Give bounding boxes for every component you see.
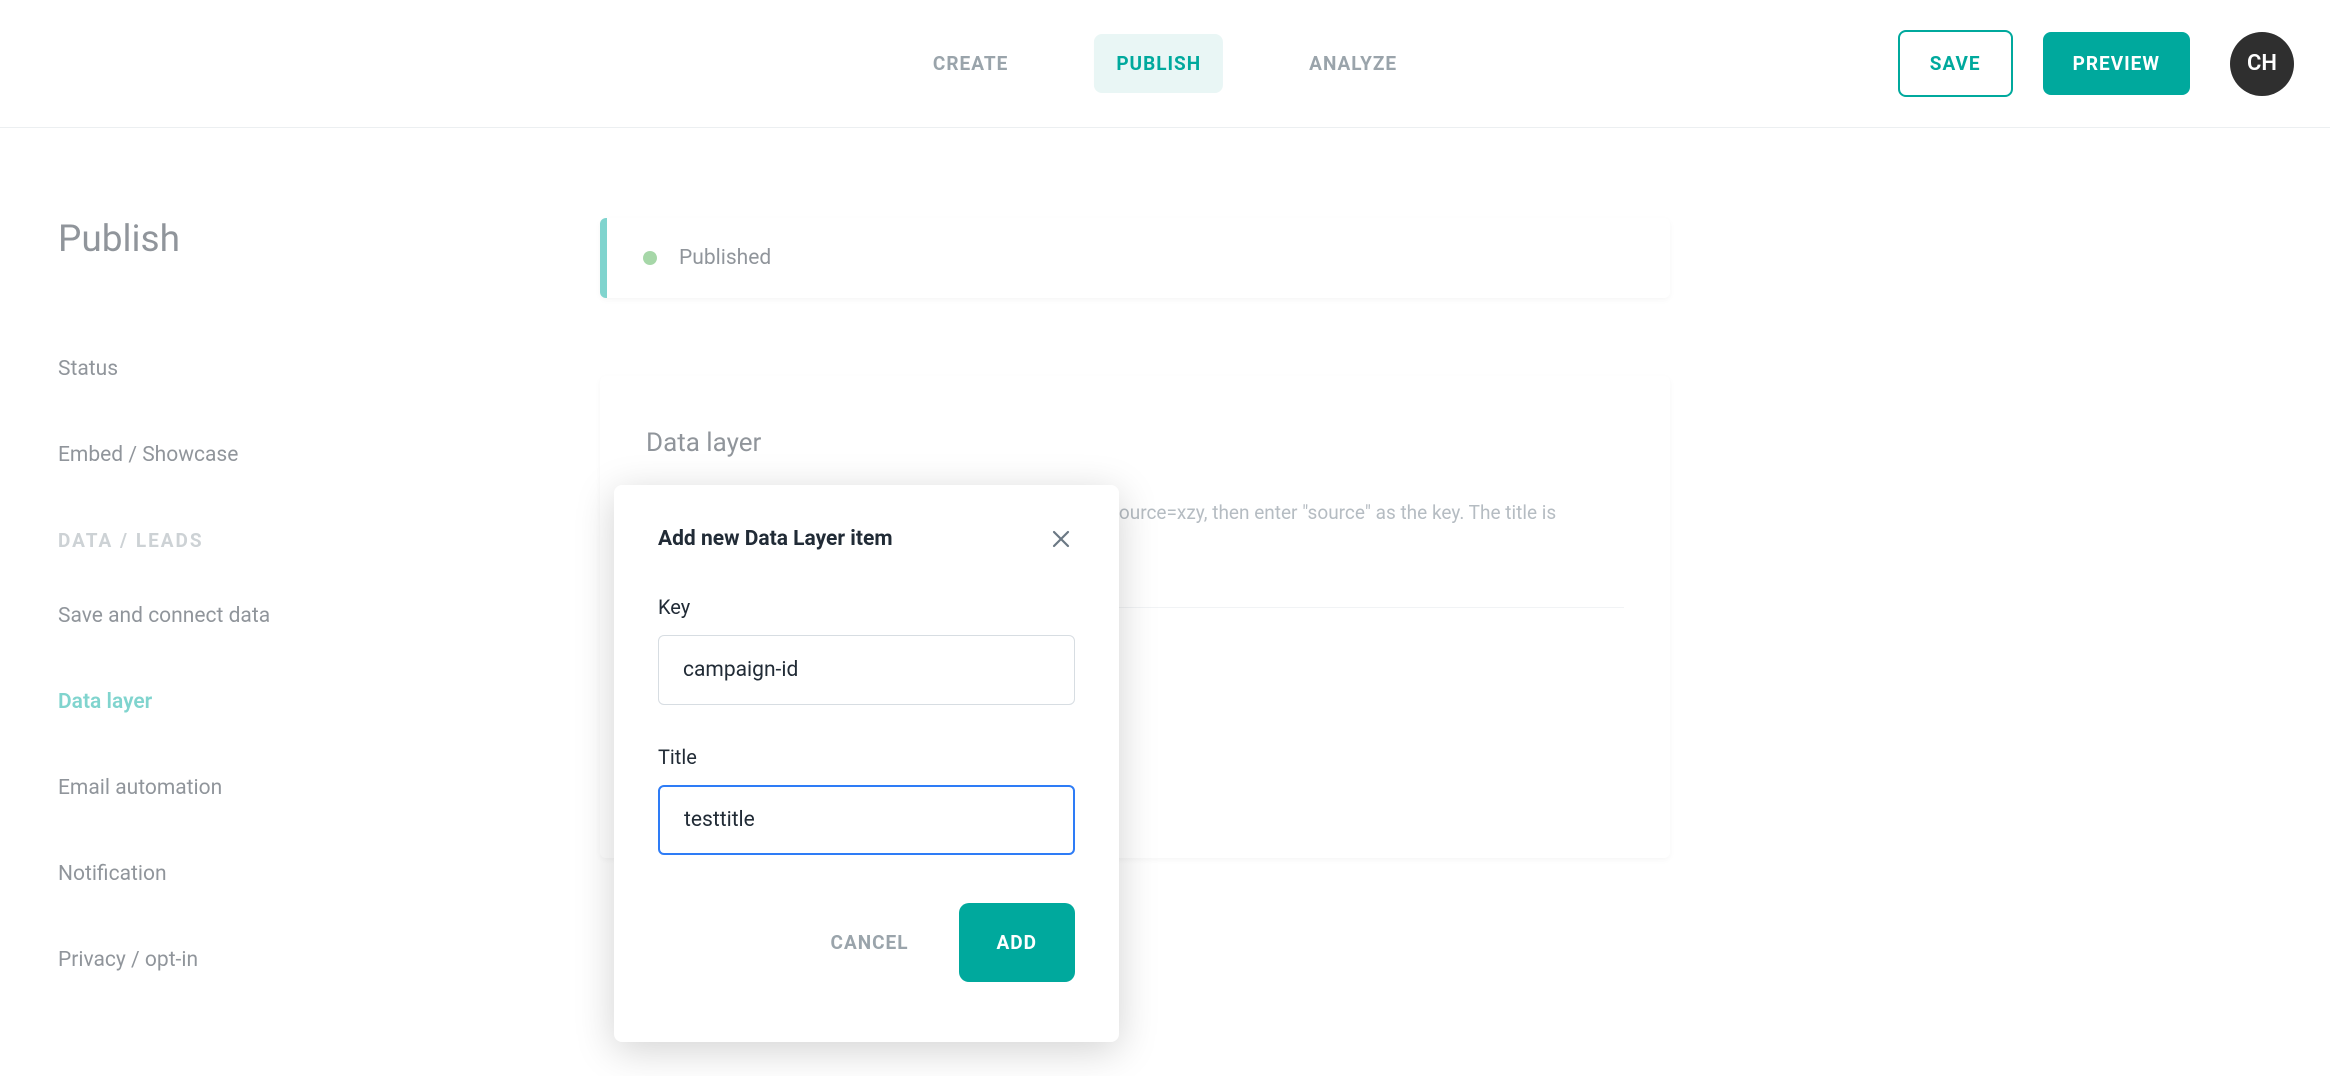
preview-button[interactable]: PREVIEW [2043, 32, 2190, 95]
title-input[interactable] [658, 785, 1075, 855]
avatar[interactable]: CH [2230, 32, 2294, 96]
cancel-button[interactable]: CANCEL [821, 911, 919, 974]
sidebar-item-status[interactable]: Status [58, 357, 560, 381]
status-dot-icon [643, 251, 657, 265]
modal-header: Add new Data Layer item [658, 525, 1075, 553]
tab-create[interactable]: CREATE [911, 34, 1030, 93]
modal-actions: CANCEL ADD [658, 903, 1075, 982]
key-label: Key [658, 595, 1075, 619]
close-icon[interactable] [1047, 525, 1075, 553]
add-button[interactable]: ADD [959, 903, 1075, 982]
title-label: Title [658, 745, 1075, 769]
title-field-group: Title [658, 745, 1075, 855]
header-actions: SAVE PREVIEW CH [1898, 30, 2294, 97]
sidebar-item-embed[interactable]: Embed / Showcase [58, 443, 560, 467]
tab-publish[interactable]: PUBLISH [1094, 34, 1223, 93]
modal-title: Add new Data Layer item [658, 527, 893, 551]
key-input[interactable] [658, 635, 1075, 705]
add-data-layer-item-modal: Add new Data Layer item Key Title CANCEL… [614, 485, 1119, 1042]
sidebar-item-email-automation[interactable]: Email automation [58, 776, 560, 800]
panel-title: Data layer [646, 428, 1624, 458]
save-button[interactable]: SAVE [1898, 30, 2013, 97]
sidebar-item-save-connect[interactable]: Save and connect data [58, 604, 560, 628]
status-text: Published [679, 246, 771, 270]
tab-analyze[interactable]: ANALYZE [1287, 34, 1419, 93]
sidebar-item-data-layer[interactable]: Data layer [58, 690, 560, 714]
sidebar-item-notification[interactable]: Notification [58, 862, 560, 886]
status-card: Published [600, 218, 1670, 298]
sidebar-section-data-leads: DATA / LEADS [58, 529, 560, 552]
app-header: CREATE PUBLISH ANALYZE SAVE PREVIEW CH [0, 0, 2330, 128]
page-title: Publish [58, 218, 560, 261]
sidebar-item-privacy[interactable]: Privacy / opt-in [58, 948, 560, 972]
header-tabs: CREATE PUBLISH ANALYZE [911, 34, 1419, 93]
key-field-group: Key [658, 595, 1075, 705]
sidebar: Publish Status Embed / Showcase DATA / L… [0, 218, 600, 1034]
content: Publish Status Embed / Showcase DATA / L… [0, 128, 2330, 1034]
